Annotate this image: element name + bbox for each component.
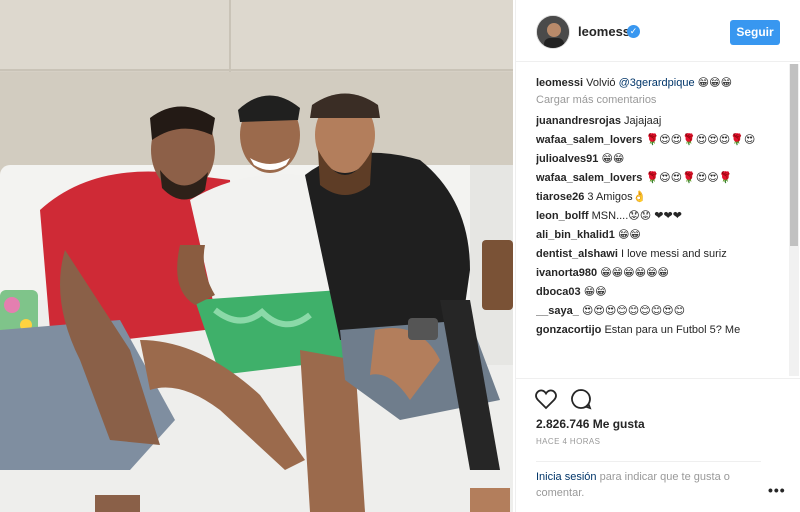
comments-list: leomessi Volvió @3gerardpique 😁😁😁 Cargar… [536,75,786,377]
comment-item: dentist_alshawi I love messi and suriz [536,246,786,262]
comment-item: wafaa_salem_lovers 🌹😍😍🌹😍😍🌹 [536,170,786,186]
comment-item: juanandresrojas Jajajaaj [536,113,786,129]
load-more-comments-link[interactable]: Cargar más comentarios [536,94,786,106]
comment-item: ali_bin_khalid1 😁😁 [536,227,786,243]
comment-text: 😁😁😁😁😁😁 [600,267,670,279]
comment-text: 😁😁 [601,153,625,165]
comment-username[interactable]: dentist_alshawi [536,248,618,260]
comment-text: 🌹😍😍🌹😍😍😍🌹😍 [645,134,756,146]
heart-icon[interactable] [534,387,558,411]
comment-item: leon_bolff MSN....😟😟 ❤❤❤ [536,208,786,224]
follow-button[interactable]: Seguir [730,20,780,45]
avatar-image [537,16,569,48]
likes-count[interactable]: 2.826.746 Me gusta [536,417,645,431]
caption-emoji: 😁😁😁 [697,77,733,89]
photo-illustration [0,0,513,512]
comment-text: I love messi and suriz [620,248,727,260]
post-side-panel: leomessi ✓ Seguir leomessi Volvió @3gera… [515,0,800,512]
comment-text: MSN....😟😟 ❤❤❤ [591,210,682,222]
more-dots-icon[interactable]: ••• [768,482,786,498]
comment-username[interactable]: __saya_ [536,305,579,317]
comment-username[interactable]: tiarose26 [536,191,584,203]
comment-username[interactable]: ali_bin_khalid1 [536,229,615,241]
post-photo [0,0,513,512]
comment-username[interactable]: juanandresrojas [536,115,621,127]
comment-item: ivanorta980 😁😁😁😁😁😁 [536,265,786,281]
comment-text: Estan para un Futbol 5? Me [604,324,741,336]
caption-mention-link[interactable]: @3gerardpique [619,77,695,89]
comment-username[interactable]: wafaa_salem_lovers [536,134,642,146]
comment-username[interactable]: leon_bolff [536,210,589,222]
comment-item: wafaa_salem_lovers 🌹😍😍🌹😍😍😍🌹😍 [536,132,786,148]
post-actions: 2.826.746 Me gusta HACE 4 HORAS Inicia s… [516,378,800,512]
comment-username[interactable]: ivanorta980 [536,267,597,279]
caption-text: Volvió [586,77,616,89]
comment-username[interactable]: gonzacortijo [536,324,601,336]
post-header: leomessi ✓ Seguir [516,0,800,62]
comment-text: 3 Amigos👌 [587,191,647,203]
comment-item: tiarose26 3 Amigos👌 [536,189,786,205]
caption: leomessi Volvió @3gerardpique 😁😁😁 [536,75,786,91]
post-timestamp: HACE 4 HORAS [536,437,601,446]
verified-badge-icon: ✓ [627,25,640,38]
login-link[interactable]: Inicia sesión [536,471,597,483]
comment-item: julioalves91 😁😁 [536,151,786,167]
comment-item: gonzacortijo Estan para un Futbol 5? Me [536,322,786,338]
comment-text: 😁😁 [617,229,641,241]
comment-text: Jajajaaj [624,115,662,127]
comment-text: 😍😍😍😊😊😊😊😍😊 [581,305,686,317]
comment-username[interactable]: wafaa_salem_lovers [536,172,642,184]
avatar[interactable] [536,15,570,49]
comment-bubble-icon[interactable] [569,387,593,411]
login-prompt: Inicia sesión para indicar que te gusta … [536,461,761,501]
caption-username[interactable]: leomessi [536,77,583,89]
comment-text: 😁😁 [583,286,607,298]
comment-item: __saya_ 😍😍😍😊😊😊😊😍😊 [536,303,786,319]
comment-username[interactable]: dboca03 [536,286,581,298]
comment-text: 🌹😍😍🌹😍😍🌹 [645,172,733,184]
scrollbar-thumb[interactable] [790,64,798,246]
comment-item: dboca03 😁😁 [536,284,786,300]
username-link[interactable]: leomessi [578,24,634,39]
comment-username[interactable]: julioalves91 [536,153,598,165]
comments-scrollbar[interactable] [789,64,799,376]
